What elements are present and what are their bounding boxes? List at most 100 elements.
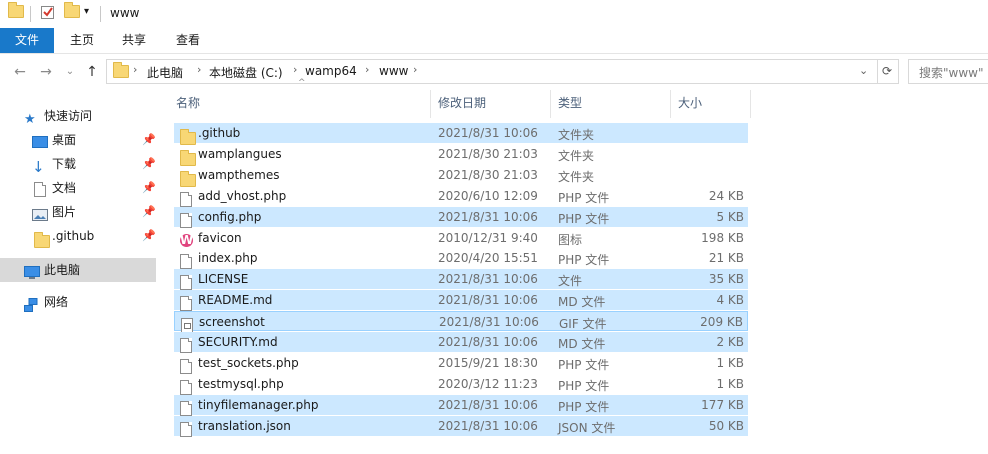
file-row[interactable]: translation.json 2021/8/31 10:06 JSON 文件 50… — [174, 415, 748, 437]
column-header-name[interactable]: 名称 — [176, 88, 430, 118]
file-size: 21 KB — [708, 251, 744, 266]
search-placeholder: 搜索"www" — [919, 66, 984, 80]
properties-checkmark-icon[interactable] — [40, 4, 56, 23]
file-modified-date: 2010/12/31 9:40 — [438, 230, 538, 245]
file-name: index.php — [198, 251, 258, 266]
computer-icon — [24, 264, 40, 288]
tab-home[interactable]: 主页 — [58, 28, 106, 53]
sidebar-item-desktop[interactable]: 桌面 📌 — [0, 128, 156, 152]
column-header-size[interactable]: 大小 — [678, 88, 748, 118]
nav-quick-access[interactable]: ★ 快速访问 — [0, 104, 156, 128]
up-button[interactable]: ↑ — [82, 62, 102, 82]
file-type: PHP 文件 — [558, 190, 610, 205]
file-row[interactable]: config.php 2021/8/31 10:06 PHP 文件 5 KB — [174, 206, 748, 228]
back-button[interactable]: ← — [10, 62, 30, 82]
sidebar-item-label: 桌面 — [52, 133, 77, 147]
file-type: PHP 文件 — [558, 211, 610, 226]
file-modified-date: 2021/8/31 10:06 — [438, 335, 538, 349]
file-size: 1 KB — [716, 355, 744, 370]
divider — [30, 6, 31, 22]
file-modified-date: 2020/3/12 11:23 — [438, 376, 538, 391]
divider — [100, 6, 101, 22]
file-row[interactable]: screenshot 2021/8/31 10:06 GIF 文件 209 KB — [174, 311, 748, 334]
file-modified-date: 2021/8/30 21:03 — [438, 167, 538, 182]
sidebar-item-pictures[interactable]: 图片 📌 — [0, 200, 156, 224]
file-size: 198 KB — [701, 230, 744, 245]
sidebar-item-label: 下载 — [52, 157, 77, 171]
forward-button[interactable]: → — [36, 62, 56, 82]
refresh-button[interactable]: ⟳ — [876, 59, 899, 84]
column-divider[interactable] — [670, 90, 671, 118]
sidebar-item-network[interactable]: 网络 — [0, 290, 156, 314]
file-row[interactable]: Wfavicon 2010/12/31 9:40 图标 198 KB — [174, 228, 748, 248]
sort-ascending-icon: ^ — [298, 78, 306, 88]
file-modified-date: 2021/8/31 10:06 — [439, 315, 539, 330]
file-row[interactable]: .github 2021/8/31 10:06 文件夹 — [174, 123, 748, 145]
file-name: translation.json — [198, 418, 291, 433]
file-type: 文件夹 — [558, 169, 595, 184]
file-modified-date: 2021/8/31 10:06 — [438, 418, 538, 433]
file-modified-date: 2021/8/31 10:06 — [438, 397, 538, 412]
file-row[interactable]: LICENSE 2021/8/31 10:06 文件 35 KB — [174, 269, 748, 291]
chevron-right-icon[interactable]: › — [197, 63, 201, 76]
chevron-right-icon[interactable]: › — [365, 63, 369, 76]
file-size: 2 KB — [716, 335, 744, 349]
file-row[interactable]: README.md 2021/8/31 10:06 MD 文件 4 KB — [174, 290, 748, 312]
tab-file[interactable]: 文件 — [0, 28, 54, 53]
file-row[interactable]: add_vhost.php 2020/6/10 12:09 PHP 文件 24 KB — [174, 186, 748, 207]
file-row[interactable]: SECURITY.md 2021/8/31 10:06 MD 文件 2 KB — [174, 332, 748, 353]
file-row[interactable]: test_sockets.php 2015/9/21 18:30 PHP 文件 1 K… — [174, 353, 748, 374]
breadcrumb-www[interactable]: www — [379, 64, 408, 78]
file-type: 文件 — [558, 274, 583, 289]
file-row[interactable]: wampthemes 2021/8/30 21:03 文件夹 — [174, 165, 748, 187]
file-name: wamplangues — [198, 146, 282, 161]
file-row[interactable]: tinyfilemanager.php 2021/8/31 10:06 PHP 文件… — [174, 394, 748, 416]
recent-locations-dropdown[interactable]: ⌄ — [60, 62, 80, 82]
address-bar[interactable]: › 此电脑 › 本地磁盘 (C:) › wamp64 › www › ⌄ — [106, 59, 878, 84]
search-input[interactable]: 搜索"www" — [908, 59, 988, 84]
file-type: PHP 文件 — [558, 378, 610, 393]
column-header-date[interactable]: 修改日期 — [438, 88, 550, 118]
tab-share[interactable]: 共享 — [110, 28, 158, 53]
chevron-down-icon[interactable]: ⌄ — [859, 64, 868, 77]
file-name: favicon — [198, 230, 242, 245]
file-size: 24 KB — [708, 188, 744, 203]
file-row[interactable]: wamplangues 2021/8/30 21:03 文件夹 — [174, 144, 748, 166]
pin-icon: 📌 — [142, 181, 156, 194]
file-type: PHP 文件 — [558, 357, 610, 372]
chevron-right-icon[interactable]: › — [293, 63, 297, 76]
breadcrumb-this-pc[interactable]: 此电脑 — [147, 64, 183, 81]
file-size: 50 KB — [708, 418, 744, 433]
file-size: 1 KB — [716, 376, 744, 391]
customize-toolbar-dropdown-icon[interactable]: ▾ — [84, 6, 89, 17]
file-row[interactable]: index.php 2020/4/20 15:51 PHP 文件 21 KB — [174, 248, 748, 270]
file-size: 35 KB — [708, 272, 744, 287]
folder-icon — [8, 2, 24, 21]
sidebar-item-label: 文档 — [52, 181, 77, 195]
breadcrumb-local-disk[interactable]: 本地磁盘 (C:) — [209, 64, 283, 81]
file-size: 4 KB — [716, 293, 744, 308]
sidebar-item-this-pc[interactable]: 此电脑 — [0, 258, 156, 282]
column-header-type[interactable]: 类型 — [558, 88, 668, 118]
file-modified-date: 2020/6/10 12:09 — [438, 188, 538, 203]
file-name: LICENSE — [198, 272, 249, 287]
sidebar-item-documents[interactable]: 文档 📌 — [0, 176, 156, 200]
sidebar-item-downloads[interactable]: ↓ 下载 📌 — [0, 152, 156, 176]
tab-view[interactable]: 查看 — [162, 28, 214, 53]
sidebar-item-github[interactable]: .github 📌 — [0, 224, 156, 248]
column-divider[interactable] — [750, 90, 751, 118]
column-divider[interactable] — [430, 90, 431, 118]
column-divider[interactable] — [550, 90, 551, 118]
chevron-right-icon[interactable]: › — [133, 63, 137, 76]
file-name: SECURITY.md — [198, 335, 278, 349]
file-name: test_sockets.php — [198, 355, 299, 370]
file-modified-date: 2021/8/31 10:06 — [438, 293, 538, 308]
file-type: MD 文件 — [558, 337, 606, 351]
file-type: MD 文件 — [558, 295, 606, 310]
new-folder-icon[interactable] — [64, 2, 80, 21]
breadcrumb-wamp64[interactable]: wamp64 — [305, 64, 357, 78]
file-row[interactable]: testmysql.php 2020/3/12 11:23 PHP 文件 1 KB — [174, 374, 748, 395]
chevron-right-icon[interactable]: › — [413, 63, 417, 76]
file-type: GIF 文件 — [559, 317, 607, 332]
network-icon — [24, 296, 40, 320]
